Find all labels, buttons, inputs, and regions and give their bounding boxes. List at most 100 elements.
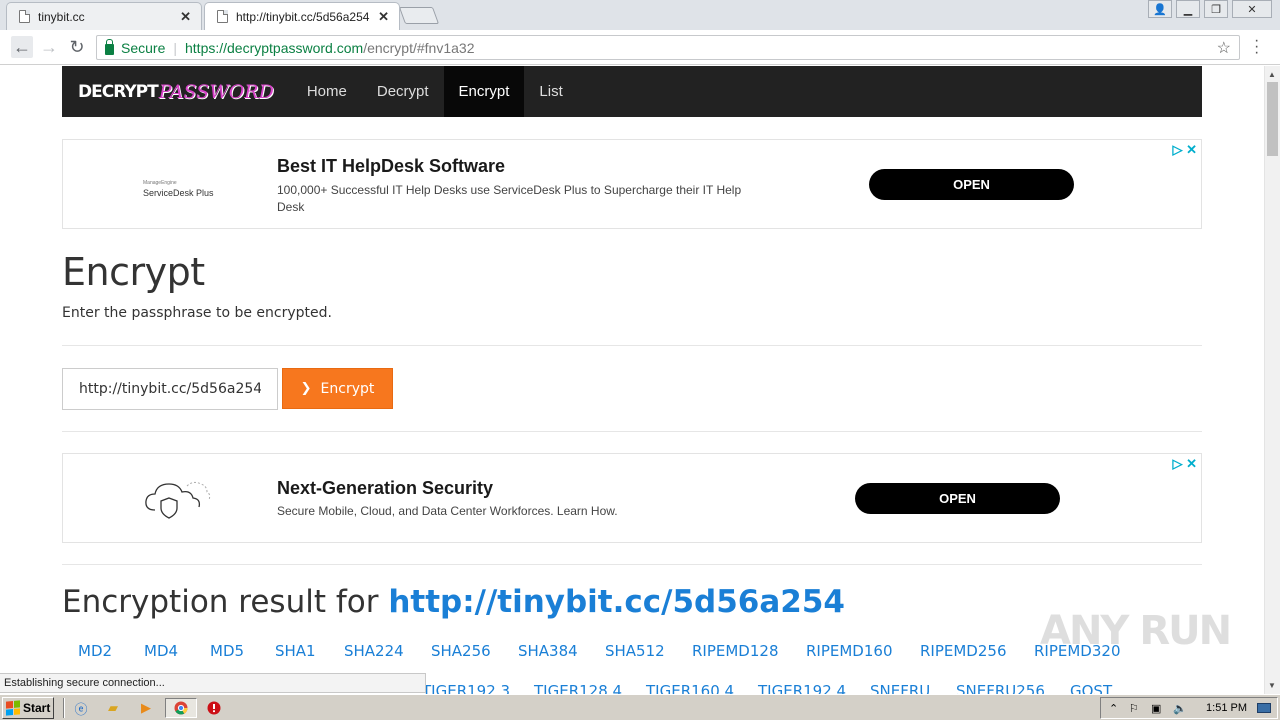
internet-explorer-icon[interactable]: ⓔ xyxy=(72,699,90,717)
user-icon[interactable]: 👤 xyxy=(1148,0,1172,18)
algorithm-link-sha384[interactable]: SHA384 xyxy=(518,642,578,660)
algorithm-link-md5[interactable]: MD5 xyxy=(210,642,244,660)
page-subtitle: Enter the passphrase to be encrypted. xyxy=(62,305,332,321)
page-icon xyxy=(217,10,228,23)
algorithm-link-snefru[interactable]: SNEFRU xyxy=(870,682,930,694)
tab-decryptpassword[interactable]: http://tinybit.cc/5d56a254 - ✕ xyxy=(204,2,400,30)
tab-strip: tinybit.cc ✕ http://tinybit.cc/5d56a254 … xyxy=(0,0,1280,30)
close-tab-icon[interactable]: ✕ xyxy=(378,9,389,25)
restore-button[interactable]: ❐ xyxy=(1204,0,1228,18)
scroll-up-icon[interactable]: ▲ xyxy=(1268,70,1276,79)
result-value-link[interactable]: http://tinybit.cc/5d56a254 xyxy=(388,584,845,620)
result-prefix: Encryption result for xyxy=(62,584,389,620)
scroll-down-icon[interactable]: ▼ xyxy=(1268,681,1276,690)
bookmark-star-icon[interactable]: ☆ xyxy=(1217,38,1231,58)
page-viewport: DECRYPT PASSWORD Home Decrypt Encrypt Li… xyxy=(0,66,1264,694)
chrome-taskbar-button[interactable] xyxy=(165,698,197,718)
ad-brand-name: ServiceDesk Plus xyxy=(143,188,214,198)
media-player-icon[interactable]: ▶ xyxy=(137,699,155,717)
taskbar-divider xyxy=(63,698,65,718)
show-desktop-icon[interactable] xyxy=(1257,703,1271,713)
passphrase-input[interactable] xyxy=(62,368,278,410)
algorithm-list-row1: MD2 MD4 MD5 SHA1 SHA224 SHA256 SHA384 SHA512 RIP… xyxy=(62,642,1202,666)
status-bubble: Establishing secure connection... xyxy=(0,673,426,693)
adchoices-icon[interactable]: ▷ ✕ xyxy=(1172,142,1197,158)
algorithm-link-gost[interactable]: GOST xyxy=(1070,682,1112,694)
action-center-flag-icon[interactable]: ⚐ xyxy=(1129,702,1139,715)
algorithm-link-sha256[interactable]: SHA256 xyxy=(431,642,491,660)
new-tab-button[interactable] xyxy=(398,7,440,24)
tab-title: tinybit.cc xyxy=(38,9,85,24)
minimize-button[interactable]: ▁ xyxy=(1176,0,1200,18)
anyrun-watermark: ANY RUN xyxy=(1040,608,1232,654)
ad-description: Secure Mobile, Cloud, and Data Center Wo… xyxy=(277,504,618,518)
result-title: Encryption result for http://tinybit.cc/… xyxy=(62,584,845,620)
forward-arrow-icon[interactable]: → xyxy=(38,36,60,58)
back-arrow-icon[interactable]: ← xyxy=(11,36,33,58)
opera-icon[interactable] xyxy=(205,699,223,717)
start-button[interactable]: Start xyxy=(2,697,54,719)
site-logo[interactable]: DECRYPT PASSWORD xyxy=(78,66,274,117)
windows-taskbar: Start ⓔ ▰ ▶ ⌃ ⚐ ▣ 🔈 1:51 PM xyxy=(0,694,1280,720)
algorithm-link-md2[interactable]: MD2 xyxy=(78,642,112,660)
encrypt-button[interactable]: ❯ Encrypt xyxy=(282,368,393,409)
ad-description: 100,000+ Successful IT Help Desks use Se… xyxy=(277,183,742,214)
tray-expand-icon[interactable]: ⌃ xyxy=(1109,702,1118,715)
algorithm-link-tiger160-4[interactable]: TIGER160,4 xyxy=(646,682,734,694)
window-controls: 👤 ▁ ❐ ✕ xyxy=(1148,0,1272,18)
browser-menu-icon[interactable]: · · · xyxy=(1254,33,1259,61)
page-scrollbar[interactable]: ▲ ▼ xyxy=(1264,66,1280,694)
site-navbar: DECRYPT PASSWORD Home Decrypt Encrypt Li… xyxy=(62,66,1202,117)
algorithm-link-snefru256[interactable]: SNEFRU256 xyxy=(956,682,1045,694)
close-window-button[interactable]: ✕ xyxy=(1232,0,1272,18)
algorithm-link-sha1[interactable]: SHA1 xyxy=(275,642,316,660)
divider xyxy=(62,564,1202,565)
divider xyxy=(62,431,1202,432)
start-label: Start xyxy=(23,701,51,715)
ad-headline[interactable]: Next-Generation Security xyxy=(277,478,493,499)
system-tray: ⌃ ⚐ ▣ 🔈 1:51 PM xyxy=(1100,697,1278,719)
algorithm-link-tiger192-3[interactable]: TIGER192,3 xyxy=(422,682,510,694)
algorithm-link-md4[interactable]: MD4 xyxy=(144,642,178,660)
volume-icon[interactable]: 🔈 xyxy=(1173,702,1187,715)
network-icon[interactable]: ▣ xyxy=(1151,702,1161,715)
browser-toolbar: ← → ↻ Secure | https://decryptpassword.c… xyxy=(0,30,1280,65)
ad-brand: ManageEngine ServiceDesk Plus xyxy=(143,178,214,198)
algorithm-link-ripemd128[interactable]: RIPEMD128 xyxy=(692,642,779,660)
nav-encrypt[interactable]: Encrypt xyxy=(443,66,525,117)
windows-logo-icon xyxy=(6,700,20,716)
adchoices-icon[interactable]: ▷ ✕ xyxy=(1172,456,1197,472)
nav-list[interactable]: List xyxy=(524,66,577,117)
clock[interactable]: 1:51 PM xyxy=(1206,702,1247,714)
algorithm-link-ripemd160[interactable]: RIPEMD160 xyxy=(806,642,893,660)
logo-text-password: PASSWORD xyxy=(158,80,274,103)
ad-open-button[interactable]: OPEN xyxy=(869,169,1074,200)
algorithm-link-tiger128-4[interactable]: TIGER128,4 xyxy=(534,682,622,694)
secure-label: Secure xyxy=(121,39,166,56)
algorithm-link-sha224[interactable]: SHA224 xyxy=(344,642,404,660)
close-tab-icon[interactable]: ✕ xyxy=(180,9,191,25)
separator: | xyxy=(173,39,177,56)
page-title: Encrypt xyxy=(62,250,205,294)
cloud-shield-icon xyxy=(145,481,211,519)
ad-banner-security[interactable]: Next-Generation Security Secure Mobile, … xyxy=(62,453,1202,543)
ad-open-button[interactable]: OPEN xyxy=(855,483,1060,514)
algorithm-link-sha512[interactable]: SHA512 xyxy=(605,642,665,660)
chrome-icon xyxy=(174,701,188,715)
tab-tinybit[interactable]: tinybit.cc ✕ xyxy=(6,2,202,30)
tab-title: http://tinybit.cc/5d56a254 - xyxy=(236,9,373,24)
page-icon xyxy=(19,10,30,23)
address-bar[interactable]: Secure | https://decryptpassword.com/enc… xyxy=(96,35,1240,60)
url-origin: https://decryptpassword.com xyxy=(185,39,364,56)
nav-decrypt[interactable]: Decrypt xyxy=(362,66,444,117)
scrollbar-thumb[interactable] xyxy=(1267,82,1278,156)
ad-brand-small: ManageEngine xyxy=(143,180,177,186)
algorithm-link-ripemd256[interactable]: RIPEMD256 xyxy=(920,642,1007,660)
reload-icon[interactable]: ↻ xyxy=(66,36,88,58)
algorithm-link-tiger192-4[interactable]: TIGER192,4 xyxy=(758,682,846,694)
nav-home[interactable]: Home xyxy=(292,66,362,117)
folder-icon[interactable]: ▰ xyxy=(104,699,122,717)
ad-banner-helpdesk[interactable]: ManageEngine ServiceDesk Plus Best IT He… xyxy=(62,139,1202,229)
ad-headline[interactable]: Best IT HelpDesk Software xyxy=(277,156,505,177)
chevron-right-icon: ❯ xyxy=(300,381,312,396)
